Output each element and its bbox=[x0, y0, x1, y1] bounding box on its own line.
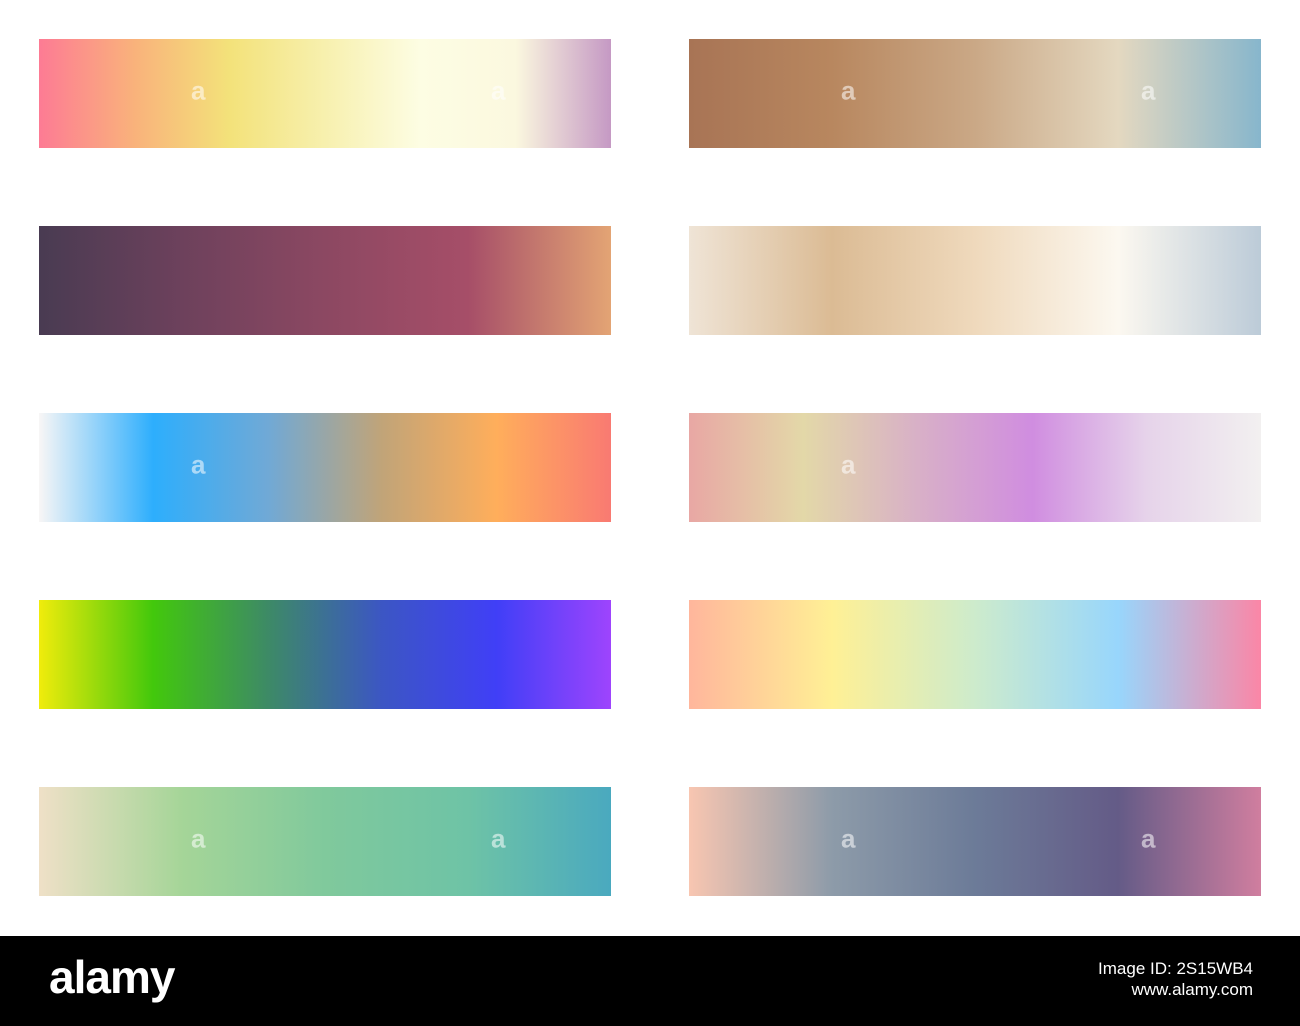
image-id-label: Image ID: 2S15WB4 bbox=[1098, 959, 1253, 978]
gradient-swatch bbox=[39, 226, 611, 335]
watermark-mark: a bbox=[1141, 822, 1156, 853]
gradient-swatch bbox=[39, 600, 611, 709]
watermark-mark: a bbox=[841, 448, 856, 479]
gradient-swatch: a bbox=[39, 413, 611, 522]
gradient-canvas: a a a a a a a a a a bbox=[0, 0, 1300, 936]
footer-bar: alamy Image ID: 2S15WB4 www.alamy.com bbox=[0, 936, 1300, 1026]
site-url: www.alamy.com bbox=[1131, 980, 1253, 999]
gradient-swatch: a a bbox=[39, 39, 611, 148]
watermark-mark: a bbox=[841, 74, 856, 105]
gradient-swatch bbox=[689, 600, 1261, 709]
gradient-swatch: a a bbox=[689, 39, 1261, 148]
watermark-mark: a bbox=[491, 822, 506, 853]
watermark-mark: a bbox=[1141, 74, 1156, 105]
gradient-swatch: a a bbox=[39, 787, 611, 896]
watermark-mark: a bbox=[191, 74, 206, 105]
gradient-swatch bbox=[689, 226, 1261, 335]
watermark-mark: a bbox=[491, 74, 506, 105]
watermark-mark: a bbox=[841, 822, 856, 853]
gradient-swatch: a bbox=[689, 413, 1261, 522]
watermark-mark: a bbox=[191, 822, 206, 853]
watermark-mark: a bbox=[191, 448, 206, 479]
image-info: Image ID: 2S15WB4 www.alamy.com bbox=[1098, 958, 1253, 1000]
alamy-logo: alamy bbox=[49, 951, 175, 1003]
gradient-swatch: a a bbox=[689, 787, 1261, 896]
